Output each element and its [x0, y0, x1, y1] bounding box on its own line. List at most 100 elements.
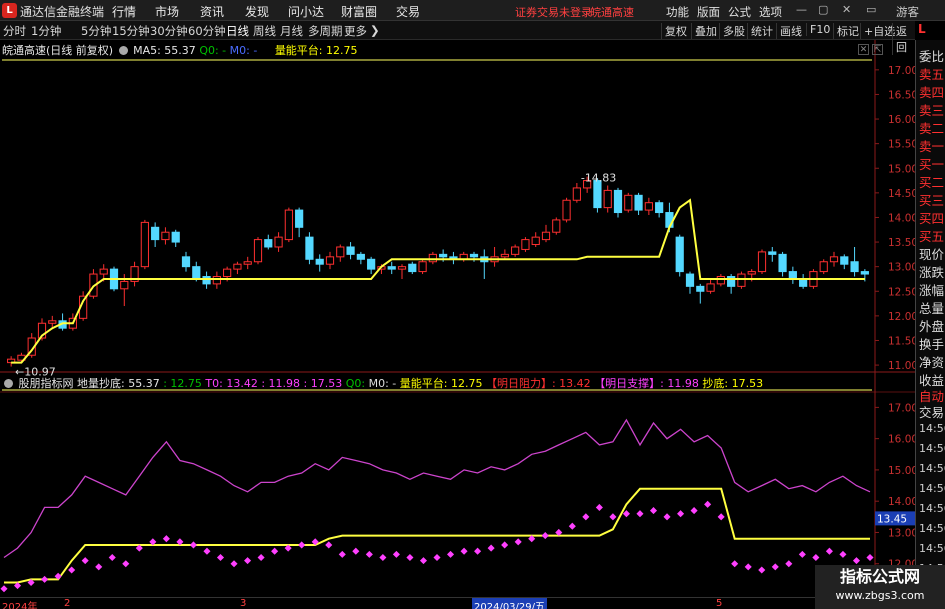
side-item[interactable]: 换手: [919, 334, 944, 353]
indicator-dot: [379, 553, 387, 562]
candle-body: [521, 239, 530, 250]
expand-pane-icon[interactable]: ⇱: [872, 44, 883, 55]
candle-body: [48, 320, 57, 324]
candle-body: [696, 285, 705, 292]
sub-platform-label: 量能平台: 12.75: [399, 377, 483, 390]
sub-y-tick-label: 13.00: [888, 527, 915, 539]
chart-canvas[interactable]: -14.83←10.97 17.00 16.50 16.00 15.50 15.00 14…: [0, 0, 915, 597]
sub-q0-label: Q0:: [345, 377, 366, 390]
indicator-dot: [690, 507, 698, 515]
candle-body: [428, 253, 437, 263]
candle-body: [860, 271, 869, 275]
indicator-dot: [365, 550, 373, 558]
resistance-label: 【明日阻力】: 13.42: [485, 377, 591, 390]
sub-chart-header: 股朋指标网 地量抄底: 55.37 : 12.75 T0: 13.42 : 11…: [2, 375, 763, 391]
indicator-dot: [41, 575, 49, 583]
candle-body: [552, 219, 561, 233]
side-item[interactable]: 买三: [919, 190, 944, 209]
indicator-dot: [785, 560, 793, 568]
t0-label: T0: 13.42: [205, 377, 258, 390]
quote-side-panel: 委比 卖五 卖四 卖三 卖二 卖一 买一 买二 买三 买四 买五 现价 涨跌 涨幅 总量 外盘 换手 净资 收益 自动…: [915, 40, 945, 609]
indicator-dot: [744, 563, 752, 571]
candle-body: [634, 194, 643, 211]
candle-body: [223, 268, 232, 278]
candle-body: [397, 266, 407, 270]
side-item[interactable]: 买一: [919, 154, 944, 173]
candle-body: [387, 266, 396, 270]
tick-time: 14:56: [919, 482, 945, 495]
main-chart-header: 皖通高速(日线 前复权) MA5: 55.37 Q0: - M0: - 量能平台…: [2, 42, 358, 58]
candle-body: [778, 253, 787, 273]
indicator-dot: [798, 550, 806, 558]
indicator-dot: [95, 563, 103, 571]
indicator-dot: [325, 541, 333, 549]
tick-time: 14:56: [919, 462, 945, 475]
candle-body: [850, 261, 859, 273]
side-item[interactable]: 涨幅: [919, 280, 944, 299]
q0-label: Q0: -: [199, 44, 227, 57]
time-axis: 2024年 2 3 2024/03/29/五 5: [0, 597, 915, 609]
candle-body: [99, 268, 108, 275]
side-item[interactable]: 涨跌: [919, 262, 944, 281]
value-3: : 17.53: [303, 377, 343, 390]
indicator-dot: [244, 557, 252, 565]
candle-body: [367, 258, 376, 270]
indicator-settings-icon[interactable]: [4, 379, 13, 388]
candle-body: [305, 236, 314, 260]
bottom-label: 抄底: 17.53: [702, 377, 764, 390]
indicator-name: 股朋指标网: [18, 377, 74, 390]
candle-body: [346, 246, 355, 255]
platform-label: 量能平台: 12.75: [274, 44, 358, 57]
indicator-dot: [419, 557, 428, 565]
candle-body: [685, 273, 695, 287]
indicator-dot: [271, 547, 279, 555]
candle-body: [181, 256, 191, 268]
y-tick-label: 11.00: [888, 360, 915, 372]
candle-body: [572, 187, 581, 201]
side-item[interactable]: 外盘: [919, 316, 944, 335]
candle-body: [768, 251, 777, 255]
side-item[interactable]: 卖五: [919, 64, 944, 83]
settings-icon[interactable]: [118, 46, 128, 55]
side-item[interactable]: 卖三: [919, 100, 944, 119]
y-tick-label: 16.50: [888, 89, 915, 101]
candle-body: [624, 194, 633, 211]
indicator-dot: [81, 557, 89, 565]
indicator-dot: [677, 510, 685, 518]
sub-y-tick-label: 16.00: [888, 434, 915, 446]
candle-body: [151, 226, 160, 241]
side-item[interactable]: 总量: [919, 298, 944, 317]
candle-body: [233, 263, 242, 270]
side-item[interactable]: 买二: [919, 172, 944, 191]
side-item[interactable]: 卖二: [919, 118, 944, 137]
side-item[interactable]: 买四: [919, 208, 944, 227]
candle-body: [757, 251, 767, 273]
close-pane-icon[interactable]: ✕: [858, 44, 869, 55]
trade-label[interactable]: 交易: [919, 402, 944, 421]
time-label-mar: 3: [240, 598, 247, 609]
side-item[interactable]: 净资: [919, 352, 944, 371]
side-item[interactable]: 现价: [919, 244, 944, 263]
sub-y-tick-label: 17.00: [888, 402, 915, 414]
side-item[interactable]: 卖四: [919, 82, 944, 101]
indicator-dot: [203, 547, 211, 555]
main-chart-title: 皖通高速(日线 前复权): [2, 44, 114, 57]
y-tick-label: 12.00: [888, 311, 915, 323]
time-label-may: 5: [716, 598, 723, 609]
candle-body: [120, 280, 129, 290]
candle-body: [408, 263, 417, 273]
indicator-dot: [460, 547, 468, 555]
indicator-dot: [298, 541, 306, 549]
y-tick-label: 15.00: [888, 163, 915, 175]
side-item[interactable]: 委比: [919, 46, 944, 65]
indicator-dot: [622, 510, 630, 518]
side-item[interactable]: 卖一: [919, 136, 944, 155]
candle-body: [439, 253, 448, 258]
candle-body: [562, 199, 571, 221]
tick-time: 14:56: [919, 522, 945, 535]
price-tag-label: 13.45: [877, 513, 907, 525]
side-item[interactable]: 买五: [919, 226, 944, 245]
m0-label: M0: -: [229, 44, 258, 57]
candle-body: [531, 236, 540, 246]
candle-body: [829, 256, 839, 263]
